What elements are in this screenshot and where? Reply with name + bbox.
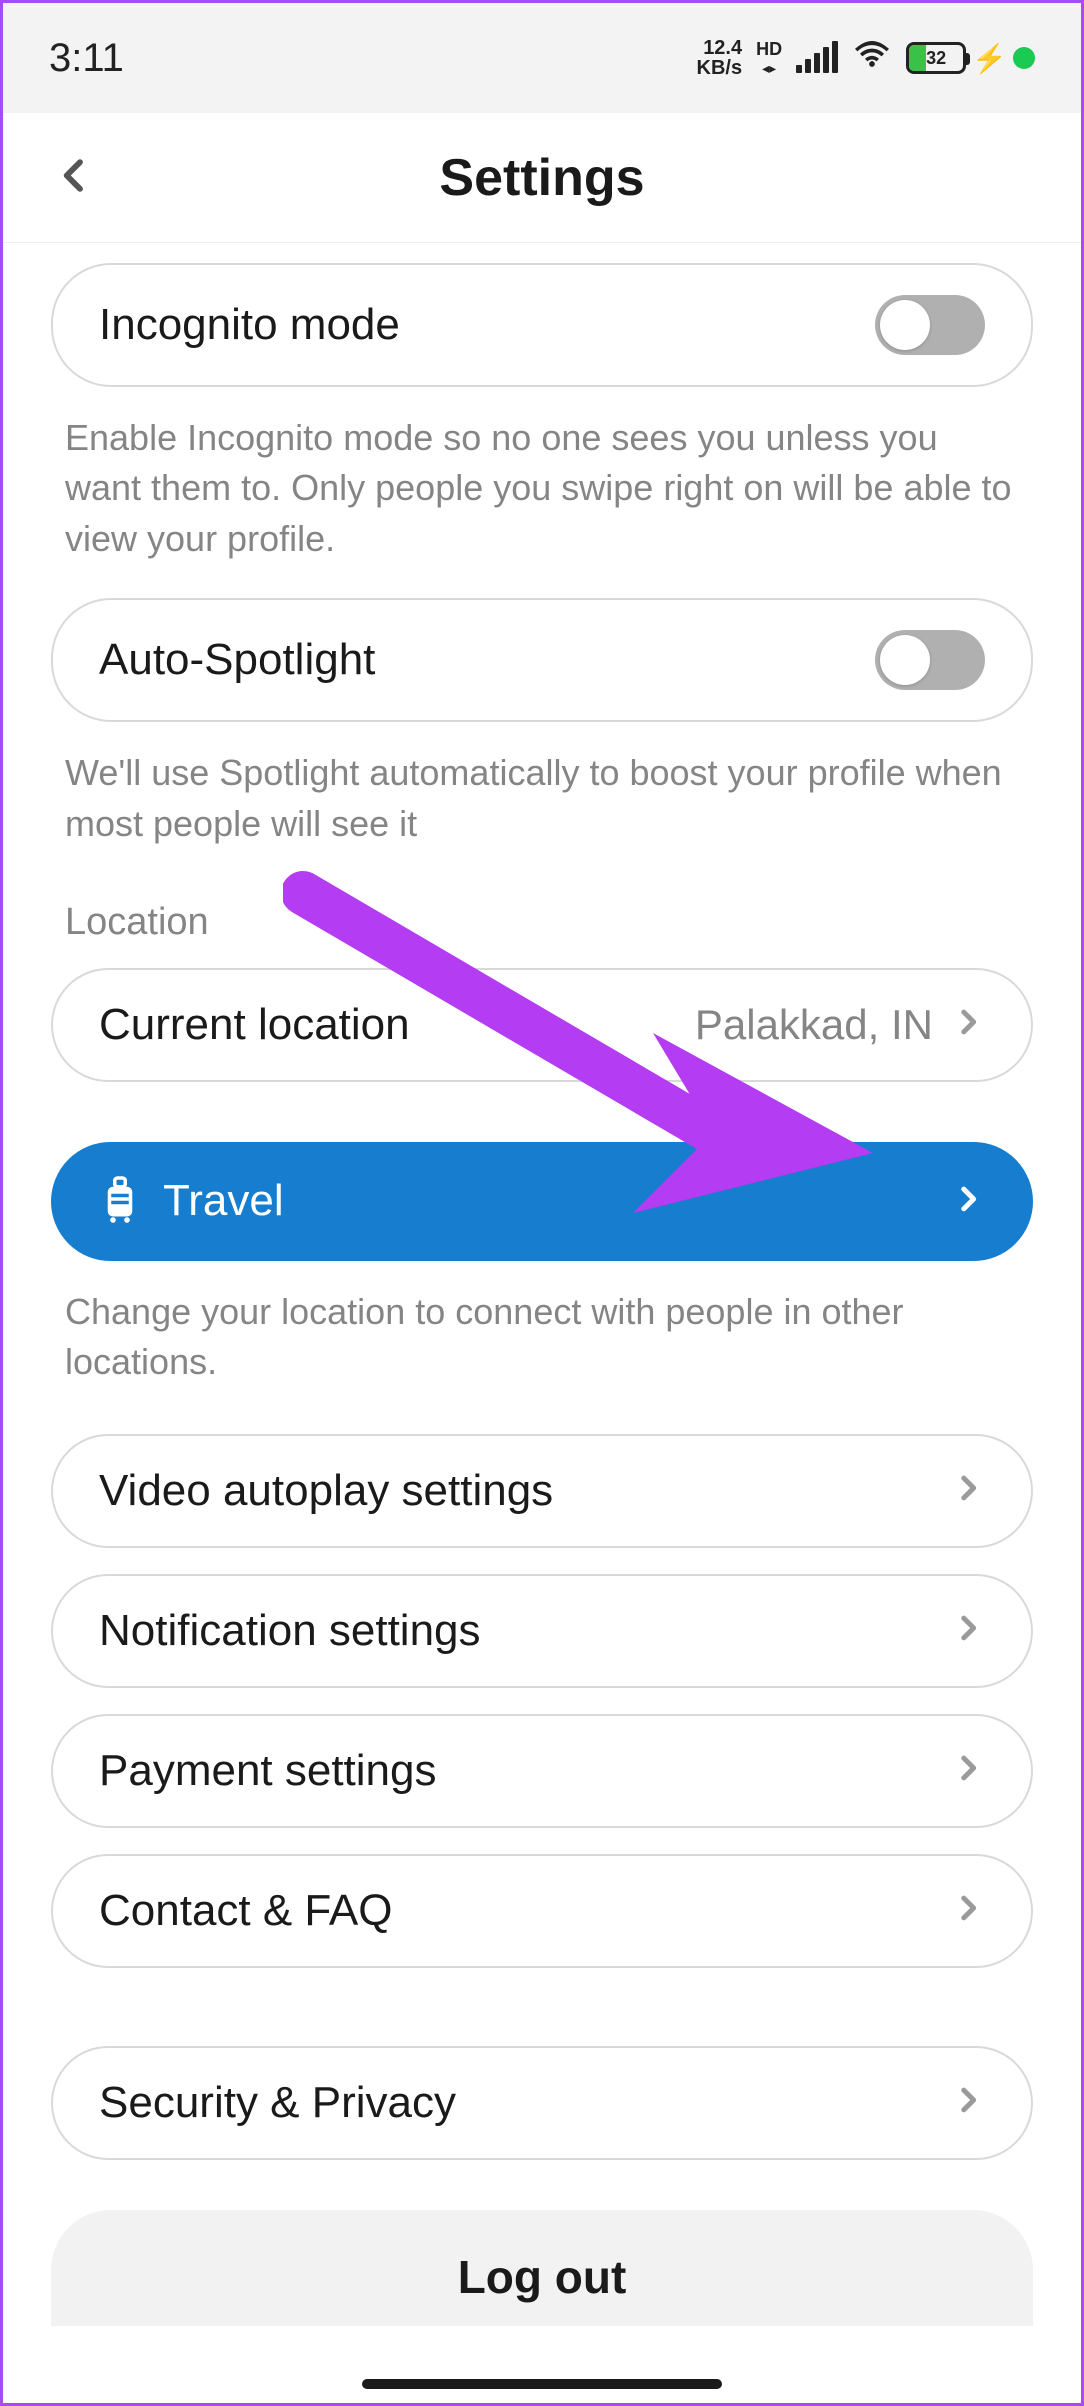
- back-button[interactable]: [55, 147, 95, 208]
- status-right: 12.4 KB/s HD ◂▸ 32 ⚡: [697, 36, 1035, 81]
- current-location-value: Palakkad, IN: [695, 1001, 933, 1049]
- logout-button[interactable]: Log out: [51, 2210, 1033, 2326]
- battery-percent: 32: [909, 48, 963, 69]
- travel-label: Travel: [163, 1176, 284, 1226]
- battery-indicator: 32 ⚡: [906, 42, 1035, 75]
- net-speed-value: 12.4: [703, 38, 742, 58]
- status-time: 3:11: [49, 36, 124, 81]
- camera-active-dot: [1013, 47, 1035, 69]
- auto-spotlight-label: Auto-Spotlight: [99, 635, 375, 685]
- chevron-right-icon: [951, 1005, 985, 1044]
- home-indicator[interactable]: [362, 2379, 722, 2389]
- current-location-row[interactable]: Current location Palakkad, IN: [51, 968, 1033, 1082]
- contact-faq-label: Contact & FAQ: [99, 1886, 392, 1936]
- wifi-icon: [852, 36, 892, 81]
- hd-indicator: HD: [756, 40, 782, 58]
- network-speed: 12.4 KB/s: [697, 38, 743, 78]
- page-title: Settings: [439, 148, 644, 208]
- luggage-icon: [99, 1174, 141, 1229]
- chevron-right-icon: [951, 1751, 985, 1790]
- chevron-right-icon: [951, 1611, 985, 1650]
- logout-label: Log out: [51, 2250, 1033, 2304]
- auto-spotlight-row[interactable]: Auto-Spotlight: [51, 598, 1033, 722]
- notification-settings-row[interactable]: Notification settings: [51, 1574, 1033, 1688]
- contact-faq-row[interactable]: Contact & FAQ: [51, 1854, 1033, 1968]
- cellular-signal-icon: [796, 43, 838, 73]
- chevron-right-icon: [951, 1182, 985, 1221]
- notification-settings-label: Notification settings: [99, 1606, 481, 1656]
- chevron-right-icon: [951, 1471, 985, 1510]
- incognito-description: Enable Incognito mode so no one sees you…: [51, 387, 1033, 598]
- auto-spotlight-description: We'll use Spotlight automatically to boo…: [51, 722, 1033, 883]
- chevron-right-icon: [951, 1891, 985, 1930]
- travel-row[interactable]: Travel: [51, 1142, 1033, 1261]
- travel-description: Change your location to connect with peo…: [51, 1261, 1033, 1422]
- video-autoplay-row[interactable]: Video autoplay settings: [51, 1434, 1033, 1548]
- incognito-mode-row[interactable]: Incognito mode: [51, 263, 1033, 387]
- payment-settings-row[interactable]: Payment settings: [51, 1714, 1033, 1828]
- location-section-label: Location: [51, 883, 1033, 968]
- auto-spotlight-toggle[interactable]: [875, 630, 985, 690]
- current-location-label: Current location: [99, 1000, 410, 1050]
- charging-icon: ⚡: [972, 42, 1007, 75]
- page-header: Settings: [3, 113, 1081, 243]
- net-speed-unit: KB/s: [697, 58, 743, 78]
- security-privacy-label: Security & Privacy: [99, 2078, 456, 2128]
- incognito-label: Incognito mode: [99, 300, 400, 350]
- security-privacy-row[interactable]: Security & Privacy: [51, 2046, 1033, 2160]
- status-bar: 3:11 12.4 KB/s HD ◂▸ 32 ⚡: [3, 3, 1081, 113]
- hd-signal-group: HD ◂▸: [756, 40, 782, 77]
- incognito-toggle[interactable]: [875, 295, 985, 355]
- video-autoplay-label: Video autoplay settings: [99, 1466, 553, 1516]
- payment-settings-label: Payment settings: [99, 1746, 437, 1796]
- chevron-right-icon: [951, 2083, 985, 2122]
